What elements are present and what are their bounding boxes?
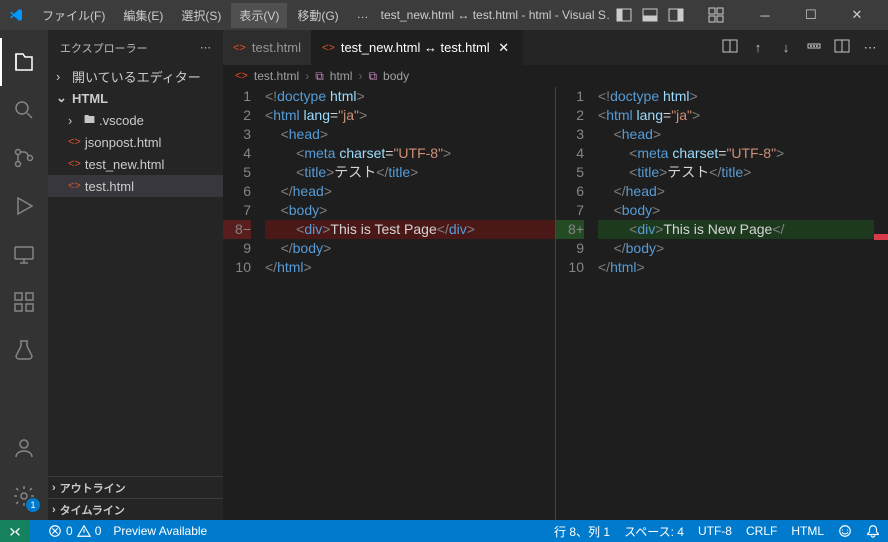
tab-actions: ↑ ↓ ⋯ [712,30,888,65]
settings-icon[interactable]: 1 [0,472,48,520]
eol-indicator[interactable]: CRLF [746,524,777,538]
html-file-icon: <> [235,70,248,82]
tree-file[interactable]: <>test_new.html [48,153,223,175]
menu-item[interactable]: 選択(S) [173,3,229,28]
toggle-inline-icon[interactable] [722,38,738,57]
more-actions-icon[interactable]: ⋯ [862,40,878,56]
timeline-section[interactable]: ›タイムライン [48,498,223,520]
right-pane[interactable]: 12345678+910 <!doctype html><html lang="… [556,87,888,520]
menu-item[interactable]: 移動(G) [289,3,346,28]
close-button[interactable]: ✕ [834,0,880,30]
menu-item[interactable]: 編集(E) [115,3,171,28]
vscode-logo-icon [8,7,24,23]
menu-item[interactable]: ファイル(F) [34,3,113,28]
chevron-right-icon: › [358,69,362,83]
workspace-section[interactable]: ⌄HTML [48,87,223,109]
editor-area: <>test.html<>test_new.html ↔ test.html✕ … [223,30,888,520]
tree-file[interactable]: <>jsonpost.html [48,131,223,153]
tag-icon: ⧉ [315,69,324,84]
language-indicator[interactable]: HTML [791,524,824,538]
chevron-right-icon: › [305,69,309,83]
indent-indicator[interactable]: スペース: 4 [624,523,684,540]
whitespace-icon[interactable] [806,38,822,57]
main: 1 エクスプローラー ⋯ ›開いているエディター ⌄HTML ›🖿.vscode… [0,30,888,520]
tabs-bar: <>test.html<>test_new.html ↔ test.html✕ … [223,30,888,65]
tree-file[interactable]: <>test.html [48,175,223,197]
html-file-icon: <> [322,42,335,54]
statusbar: 0 0 Preview Available 行 8、列 1 スペース: 4 UT… [0,520,888,542]
layout-controls [614,5,726,25]
window-title: test_new.html ↔ test.html - html - Visua… [381,8,610,22]
sidebar-tree: ›開いているエディター ⌄HTML ›🖿.vscode<>jsonpost.ht… [48,65,223,476]
next-change-icon[interactable]: ↓ [778,40,794,55]
menu-item[interactable]: … [349,3,377,28]
diff-container: 12345678−910 <!doctype html><html lang="… [223,87,888,520]
cursor-position[interactable]: 行 8、列 1 [554,523,610,540]
explorer-icon[interactable] [0,38,48,86]
preview-available[interactable]: Preview Available [113,524,207,538]
menu-bar: ファイル(F)編集(E)選択(S)表示(V)移動(G)… [34,3,377,28]
breadcrumb-item[interactable]: body [383,69,409,83]
overview-ruler[interactable] [874,87,888,520]
settings-badge: 1 [26,498,40,512]
sidebar-header: エクスプローラー ⋯ [48,30,223,65]
breadcrumb[interactable]: <> test.html › ⧉ html › ⧉ body [223,65,888,87]
outline-section[interactable]: ›アウトライン [48,476,223,498]
notifications-icon[interactable] [866,524,880,538]
layout-panel-left-icon[interactable] [614,5,634,25]
source-control-icon[interactable] [0,134,48,182]
open-editors-section[interactable]: ›開いているエディター [48,65,223,87]
sidebar-more-icon[interactable]: ⋯ [200,41,211,54]
sidebar: エクスプローラー ⋯ ›開いているエディター ⌄HTML ›🖿.vscode<>… [48,30,223,520]
html-file-icon: <> [233,42,246,54]
minimize-button[interactable]: ─ [742,0,788,30]
remote-indicator[interactable] [0,520,30,542]
layout-panel-right-icon[interactable] [666,5,686,25]
left-pane[interactable]: 12345678−910 <!doctype html><html lang="… [223,87,555,520]
prev-change-icon[interactable]: ↑ [750,40,766,55]
split-editor-icon[interactable] [834,38,850,57]
tab-label: test_new.html ↔ test.html [341,40,490,55]
maximize-button[interactable]: ☐ [788,0,834,30]
problems-indicator[interactable]: 0 0 [48,524,101,538]
account-icon[interactable] [0,424,48,472]
extensions-icon[interactable] [0,278,48,326]
testing-icon[interactable] [0,326,48,374]
encoding-indicator[interactable]: UTF-8 [698,524,732,538]
remote-explorer-icon[interactable] [0,230,48,278]
tab-label: test.html [252,40,301,55]
breadcrumb-item[interactable]: html [330,69,353,83]
activity-bar: 1 [0,30,48,520]
gutter-right: 12345678+910 [556,87,598,520]
titlebar: ファイル(F)編集(E)選択(S)表示(V)移動(G)… test_new.ht… [0,0,888,30]
code-right[interactable]: <!doctype html><html lang="ja"> <head> <… [598,87,888,520]
menu-item[interactable]: 表示(V) [231,3,287,28]
tag-icon: ⧉ [368,69,377,84]
editor-tab[interactable]: <> test_new.html ↔ test.html ✕ [312,30,523,65]
window-controls: ─ ☐ ✕ [742,0,880,30]
search-icon[interactable] [0,86,48,134]
code-left[interactable]: <!doctype html><html lang="ja"> <head> <… [265,87,555,520]
feedback-icon[interactable] [838,524,852,538]
layout-panel-bottom-icon[interactable] [640,5,660,25]
sidebar-title: エクスプローラー [60,40,148,56]
breadcrumb-item[interactable]: test.html [254,69,299,83]
gutter-left: 12345678−910 [223,87,265,520]
tree-folder[interactable]: ›🖿.vscode [48,109,223,131]
editor-tab[interactable]: <> test.html [223,30,312,65]
run-debug-icon[interactable] [0,182,48,230]
customize-layout-icon[interactable] [706,5,726,25]
close-tab-icon[interactable]: ✕ [496,40,512,56]
